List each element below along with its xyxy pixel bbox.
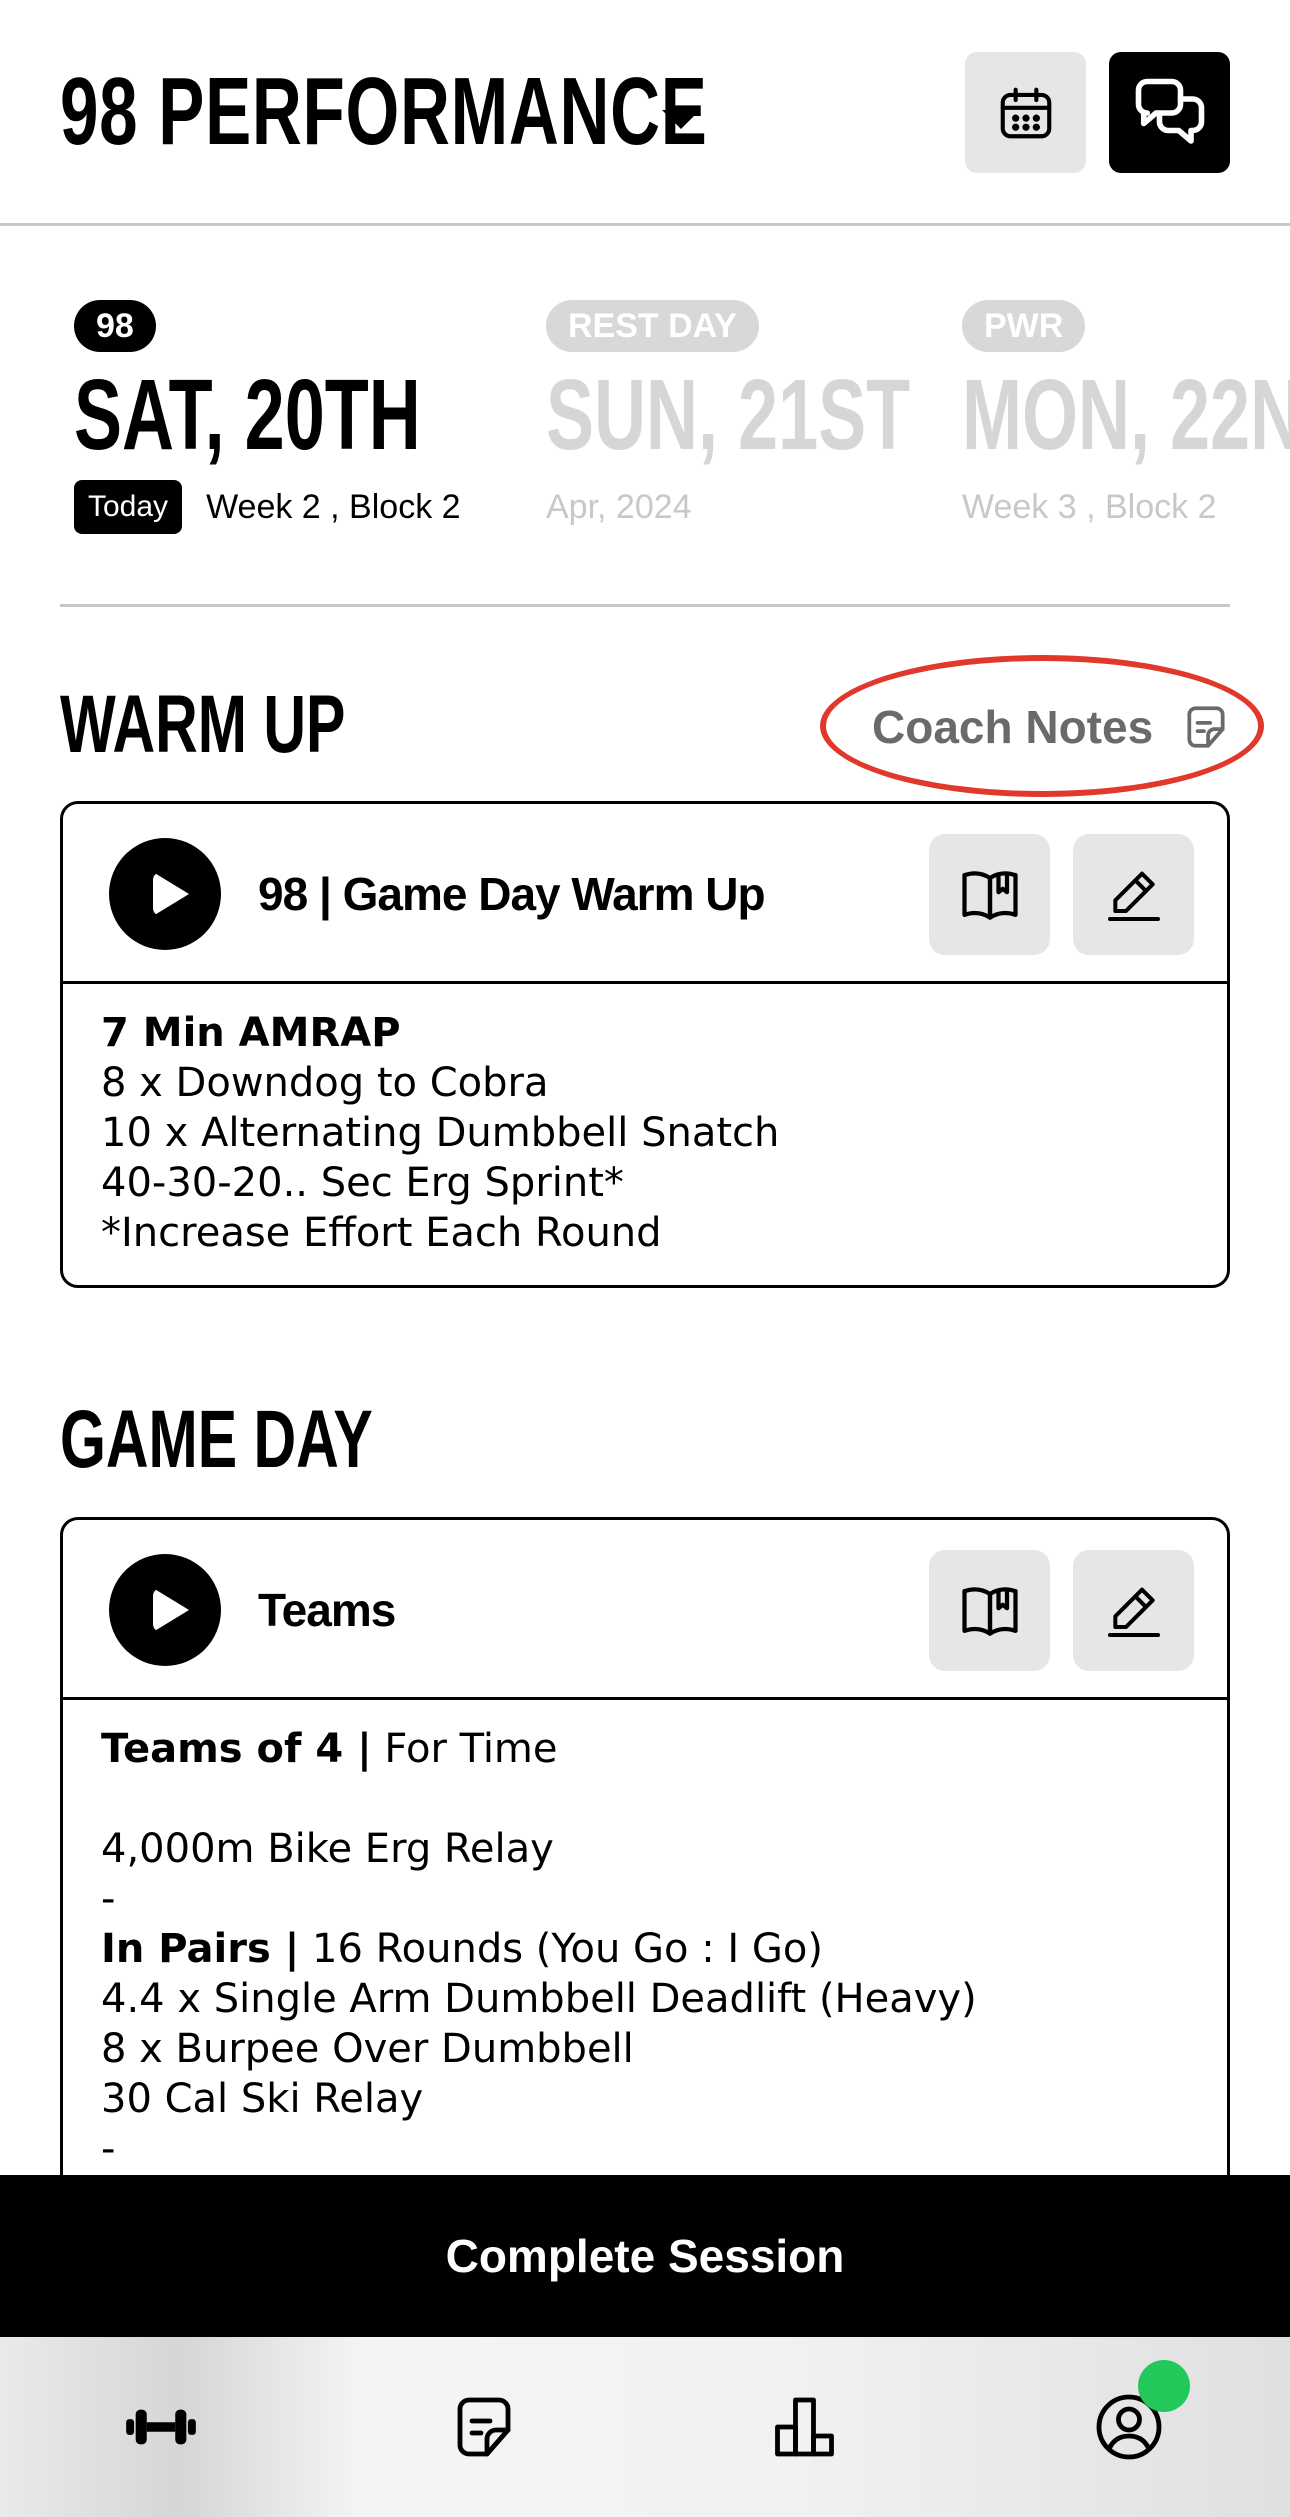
section-title-game-day: GAME DAY [60, 1394, 373, 1485]
day-date: MON, 22ND [962, 359, 1290, 471]
tab-leaderboard[interactable] [756, 2377, 856, 2477]
note-icon [1187, 706, 1225, 748]
day-meta: Week 3 , Block 2 [962, 487, 1217, 526]
notes-icon [457, 2397, 511, 2457]
chat-icon [1135, 78, 1204, 144]
workout-title: Teams [258, 1584, 396, 1636]
coach-notes-label: Coach Notes [872, 701, 1154, 753]
book-icon [961, 1586, 1018, 1636]
section-title-warm-up: WARM UP [60, 679, 346, 770]
day-date: SUN, 21ST [546, 359, 911, 471]
complete-session-label: Complete Session [445, 2230, 845, 2282]
date-strip[interactable]: 98 SAT, 20TH Today Week 2 , Block 2 REST… [0, 226, 1290, 606]
leaderboard-icon [775, 2397, 834, 2457]
team-selector[interactable]: 98 PERFORMANCE [60, 58, 959, 165]
day-mon-22[interactable]: PWR MON, 22ND Week 3 , Block 2 [962, 300, 1290, 534]
day-tag: PWR [962, 300, 1086, 352]
calendar-button[interactable] [965, 52, 1086, 173]
chevron-down-icon[interactable] [662, 110, 700, 129]
pencil-icon [1107, 1587, 1160, 1637]
edit-button[interactable] [1073, 834, 1194, 955]
brand-title: 98 PERFORMANCE [60, 58, 708, 165]
workout-card-teams: Teams Teams of 4 | For Time 4,000m Bike … [60, 1517, 1230, 2237]
complete-session-button[interactable]: Complete Session [0, 2175, 1290, 2337]
tab-bar [0, 2337, 1290, 2517]
app-header: 98 PERFORMANCE [0, 0, 1290, 226]
book-icon [961, 870, 1018, 920]
edit-button[interactable] [1073, 1550, 1194, 1671]
workout-title: 98 | Game Day Warm Up [258, 868, 766, 920]
day-meta: Week 2 , Block 2 [206, 487, 461, 526]
play-button[interactable] [109, 1554, 221, 1666]
day-date: SAT, 20TH [74, 359, 421, 471]
calendar-icon [1000, 87, 1051, 138]
book-button[interactable] [929, 1550, 1050, 1671]
divider [60, 604, 1230, 607]
dumbbell-icon [126, 2409, 196, 2445]
day-tag: 98 [74, 300, 156, 352]
workout-card-warm-up: 98 | Game Day Warm Up 7 Min AMRAP 8 x Do… [60, 801, 1230, 1288]
book-button[interactable] [929, 834, 1050, 955]
workout-description: Teams of 4 | For Time 4,000m Bike Erg Re… [101, 1726, 977, 2172]
today-badge: Today [74, 480, 183, 534]
day-tag: REST DAY [546, 300, 759, 352]
tab-workouts[interactable] [111, 2377, 211, 2477]
workout-description: 7 Min AMRAP 8 x Downdog to Cobra 10 x Al… [101, 1010, 780, 1256]
status-indicator [1138, 2360, 1190, 2412]
chat-button[interactable] [1109, 52, 1230, 173]
coach-notes-button[interactable]: Coach Notes [872, 692, 1231, 762]
day-meta: Apr, 2024 [546, 487, 692, 526]
day-sat-20[interactable]: 98 SAT, 20TH Today Week 2 , Block 2 [74, 300, 556, 534]
play-button[interactable] [109, 838, 221, 950]
pencil-icon [1107, 871, 1160, 921]
tab-notes[interactable] [434, 2377, 534, 2477]
